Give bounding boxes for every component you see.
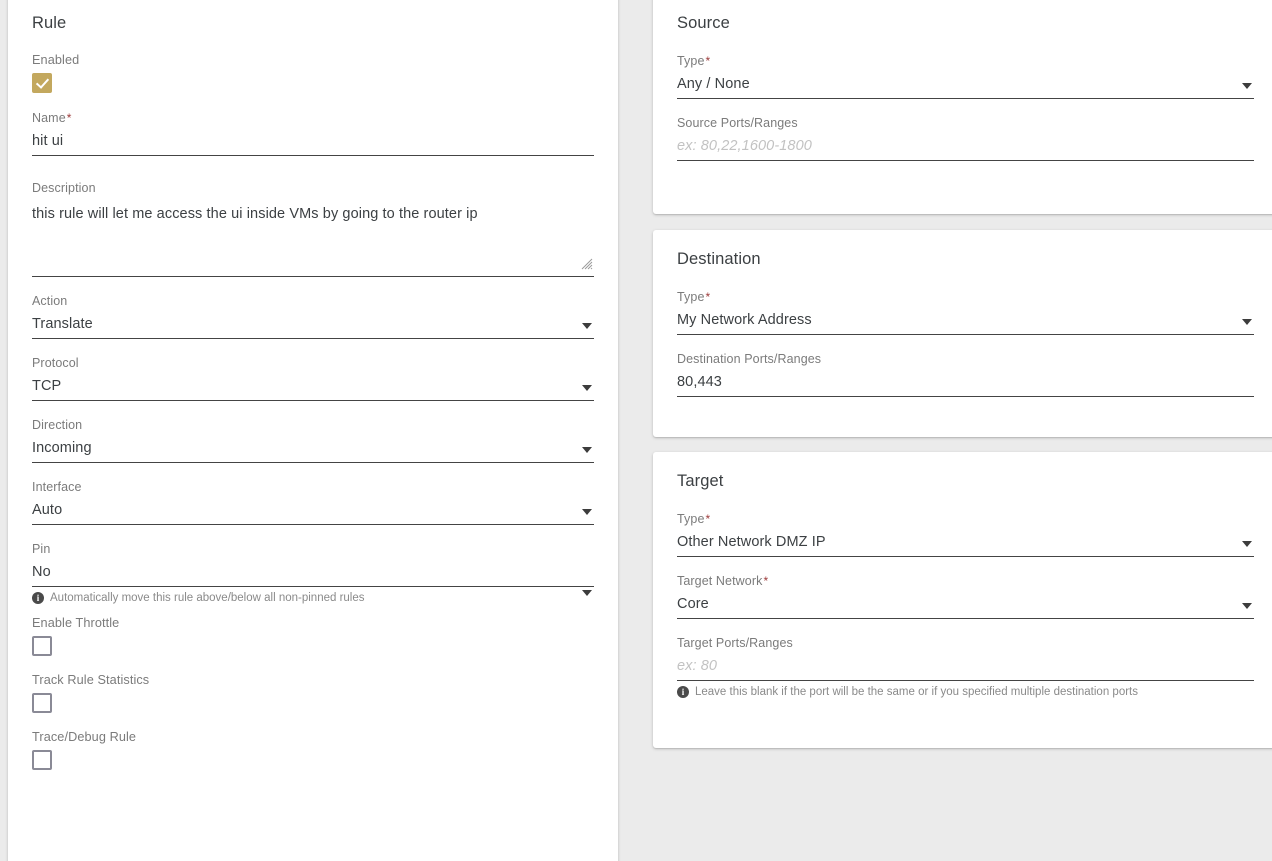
target-ports-field: Target Ports/Ranges i Leave this blank i… (677, 635, 1254, 700)
protocol-field: Protocol (32, 355, 594, 401)
enabled-field: Enabled (32, 53, 594, 93)
track-rule-statistics-label: Track Rule Statistics (32, 673, 150, 687)
name-input[interactable] (32, 131, 594, 156)
source-type-label: Type* (677, 53, 1254, 69)
destination-type-label: Type* (677, 289, 1254, 305)
interface-select[interactable] (32, 500, 594, 525)
source-section-title: Source (677, 14, 730, 32)
target-network-label-text: Target Network (677, 574, 763, 588)
track-rule-statistics-checkbox[interactable] (32, 693, 52, 713)
target-ports-label: Target Ports/Ranges (677, 636, 793, 650)
action-select[interactable] (32, 314, 594, 339)
enable-throttle-field: Enable Throttle (32, 616, 594, 656)
name-field: Name* (32, 110, 594, 156)
target-ports-hint-text: Leave this blank if the port will be the… (695, 686, 1138, 698)
target-network-required-asterisk: * (763, 574, 769, 588)
destination-ports-field: Destination Ports/Ranges (677, 351, 1254, 397)
target-network-field: Target Network* (677, 573, 1254, 619)
target-ports-hint: i Leave this blank if the port will be t… (677, 685, 1254, 700)
description-label: Description (32, 181, 96, 195)
source-ports-label: Source Ports/Ranges (677, 116, 798, 130)
trace-debug-rule-field: Trace/Debug Rule (32, 730, 594, 770)
pin-hint-text: Automatically move this rule above/below… (50, 592, 365, 604)
destination-type-field: Type* (677, 289, 1254, 335)
trace-debug-rule-checkbox[interactable] (32, 750, 52, 770)
track-rule-statistics-field: Track Rule Statistics (32, 673, 594, 713)
description-field: Description (32, 180, 594, 277)
rule-editor-page: Rule Enabled Name* Description (0, 0, 1272, 861)
source-ports-field: Source Ports/Ranges (677, 115, 1254, 161)
pin-select[interactable] (32, 562, 594, 587)
target-type-field: Type* (677, 511, 1254, 557)
pin-field: Pin i Automatically move this rule above… (32, 541, 594, 606)
target-type-required-asterisk: * (705, 512, 711, 526)
pin-label: Pin (32, 542, 51, 556)
enabled-label: Enabled (32, 53, 80, 67)
protocol-label: Protocol (32, 356, 79, 370)
protocol-select[interactable] (32, 376, 594, 401)
rule-card: Rule Enabled Name* Description (8, 0, 618, 861)
destination-ports-input[interactable] (677, 372, 1254, 397)
destination-ports-label: Destination Ports/Ranges (677, 352, 822, 366)
info-icon: i (32, 592, 44, 604)
destination-section-title: Destination (677, 250, 761, 268)
destination-card: Destination Type* Destination Ports/Rang… (653, 230, 1272, 437)
name-label: Name* (32, 110, 594, 126)
pin-hint: i Automatically move this rule above/bel… (32, 591, 594, 606)
direction-select[interactable] (32, 438, 594, 463)
target-network-label: Target Network* (677, 573, 1254, 589)
name-label-text: Name (32, 111, 66, 125)
interface-label: Interface (32, 480, 82, 494)
enable-throttle-label: Enable Throttle (32, 616, 120, 630)
action-label: Action (32, 294, 68, 308)
source-ports-input[interactable] (677, 136, 1254, 161)
direction-field: Direction (32, 417, 594, 463)
target-type-label: Type* (677, 511, 1254, 527)
enable-throttle-checkbox[interactable] (32, 636, 52, 656)
destination-type-required-asterisk: * (705, 290, 711, 304)
source-type-label-text: Type (677, 54, 705, 68)
destination-type-label-text: Type (677, 290, 705, 304)
target-network-select[interactable] (677, 594, 1254, 619)
source-type-field: Type* (677, 53, 1254, 99)
target-section-title: Target (677, 472, 724, 490)
action-field: Action (32, 293, 594, 339)
name-required-asterisk: * (66, 111, 72, 125)
description-textarea[interactable] (32, 201, 594, 277)
target-card: Target Type* Target Network* Target Port… (653, 452, 1272, 748)
enabled-checkbox[interactable] (32, 73, 52, 93)
interface-field: Interface (32, 479, 594, 525)
trace-debug-rule-label: Trace/Debug Rule (32, 730, 137, 744)
rule-section-title: Rule (32, 14, 67, 32)
target-type-label-text: Type (677, 512, 705, 526)
source-card: Source Type* Source Ports/Ranges (653, 0, 1272, 214)
info-icon: i (677, 686, 689, 698)
source-type-required-asterisk: * (705, 54, 711, 68)
target-ports-input[interactable] (677, 656, 1254, 681)
direction-label: Direction (32, 418, 83, 432)
target-type-select[interactable] (677, 532, 1254, 557)
destination-type-select[interactable] (677, 310, 1254, 335)
source-type-select[interactable] (677, 74, 1254, 99)
